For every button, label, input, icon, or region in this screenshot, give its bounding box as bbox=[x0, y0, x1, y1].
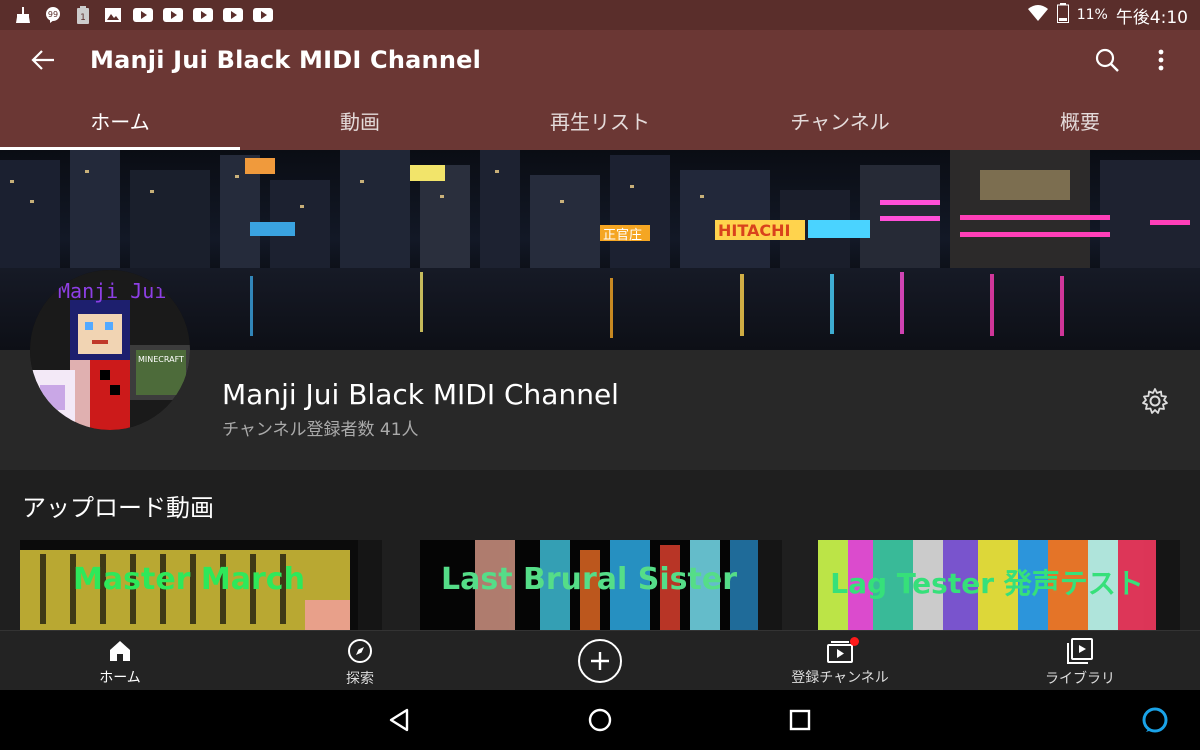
video-thumbnail[interactable]: Master March bbox=[20, 540, 382, 630]
search-icon bbox=[1095, 48, 1119, 72]
page-title: Manji Jui Black MIDI Channel bbox=[90, 46, 482, 74]
channel-name: Manji Jui Black MIDI Channel bbox=[222, 378, 619, 411]
library-icon bbox=[1067, 637, 1093, 664]
bottom-navigation: ホーム 探索 登録チャンネル ライブラリ bbox=[0, 630, 1200, 690]
clock: 午後4:10 bbox=[1115, 7, 1188, 28]
tab-playlists[interactable]: 再生リスト bbox=[480, 90, 720, 150]
status-bar: 99 1 11% 午後4:10 bbox=[0, 0, 1200, 30]
search-button[interactable] bbox=[1080, 30, 1134, 90]
more-options-button[interactable] bbox=[1134, 30, 1188, 90]
square-recents-icon bbox=[789, 709, 811, 731]
youtube-icon bbox=[252, 6, 274, 24]
video-side-panel bbox=[758, 540, 782, 630]
avatar-badge: MINECRAFT bbox=[138, 355, 184, 364]
compass-icon bbox=[348, 638, 372, 663]
status-right: 11% 午後4:10 bbox=[1027, 3, 1188, 28]
battery-info-icon: 1 bbox=[72, 6, 94, 24]
battery-percent: 11% bbox=[1076, 7, 1108, 23]
youtube-icon bbox=[162, 6, 184, 24]
youtube-icon bbox=[222, 6, 244, 24]
sign-hitachi: HITACHI bbox=[718, 221, 790, 240]
system-navigation-bar bbox=[0, 690, 1200, 750]
video-thumbnail[interactable]: Last Brural Sister bbox=[420, 540, 782, 630]
notification-icons: 99 1 bbox=[12, 6, 274, 24]
section-title: アップロード動画 bbox=[22, 494, 214, 522]
alexa-button[interactable] bbox=[1135, 700, 1175, 740]
video-side-panel bbox=[358, 540, 382, 630]
nav-add[interactable] bbox=[480, 631, 720, 690]
system-home-button[interactable] bbox=[580, 700, 620, 740]
avatar-text: Manji Jui bbox=[58, 279, 166, 303]
youtube-icon bbox=[132, 6, 154, 24]
arrow-left-icon bbox=[31, 50, 54, 70]
battery-icon bbox=[1056, 3, 1069, 27]
video-thumbnail[interactable]: Lag Tester 発声テスト bbox=[818, 540, 1180, 630]
alexa-icon bbox=[1142, 707, 1168, 733]
avatar[interactable]: MINECRAFT Manji Jui bbox=[30, 270, 190, 430]
video-title: Lag Tester 発声テスト bbox=[830, 567, 1144, 600]
gear-icon bbox=[1142, 388, 1168, 414]
city-skyline: 正官庄 HITACHI bbox=[0, 150, 1200, 270]
nav-library[interactable]: ライブラリ bbox=[960, 631, 1200, 690]
more-vert-icon bbox=[1158, 49, 1164, 71]
video-side-panel bbox=[1156, 540, 1180, 630]
system-back-button[interactable] bbox=[380, 700, 420, 740]
home-icon bbox=[110, 640, 130, 661]
video-title: Master March bbox=[73, 562, 305, 597]
nav-subscriptions[interactable]: 登録チャンネル bbox=[720, 631, 960, 690]
channel-tabs: ホーム 動画 再生リスト チャンネル 概要 bbox=[0, 90, 1200, 150]
add-icon bbox=[578, 638, 622, 683]
channel-settings-button[interactable] bbox=[1136, 382, 1174, 420]
triangle-back-icon bbox=[389, 708, 409, 732]
sign-zhenggwanjang: 正官庄 bbox=[603, 227, 642, 243]
chat-icon: 99 bbox=[42, 6, 64, 24]
youtube-icon bbox=[192, 6, 214, 24]
broom-icon bbox=[12, 6, 34, 24]
nav-explore[interactable]: 探索 bbox=[240, 631, 480, 690]
circle-home-icon bbox=[588, 708, 612, 732]
svg-text:99: 99 bbox=[48, 10, 58, 19]
tab-home[interactable]: ホーム bbox=[0, 90, 240, 150]
tab-channels[interactable]: チャンネル bbox=[720, 90, 960, 150]
back-button[interactable] bbox=[0, 30, 90, 90]
wifi-icon bbox=[1027, 4, 1049, 26]
nav-home[interactable]: ホーム bbox=[0, 631, 240, 690]
tab-about[interactable]: 概要 bbox=[960, 90, 1200, 150]
notification-dot bbox=[850, 636, 859, 646]
app-bar: Manji Jui Black MIDI Channel bbox=[0, 30, 1200, 90]
tab-videos[interactable]: 動画 bbox=[240, 90, 480, 150]
svg-text:1: 1 bbox=[80, 13, 86, 23]
video-title: Last Brural Sister bbox=[440, 562, 737, 597]
system-recents-button[interactable] bbox=[780, 700, 820, 740]
subscriber-count: チャンネル登録者数 41人 bbox=[222, 420, 419, 440]
image-icon bbox=[102, 6, 124, 24]
